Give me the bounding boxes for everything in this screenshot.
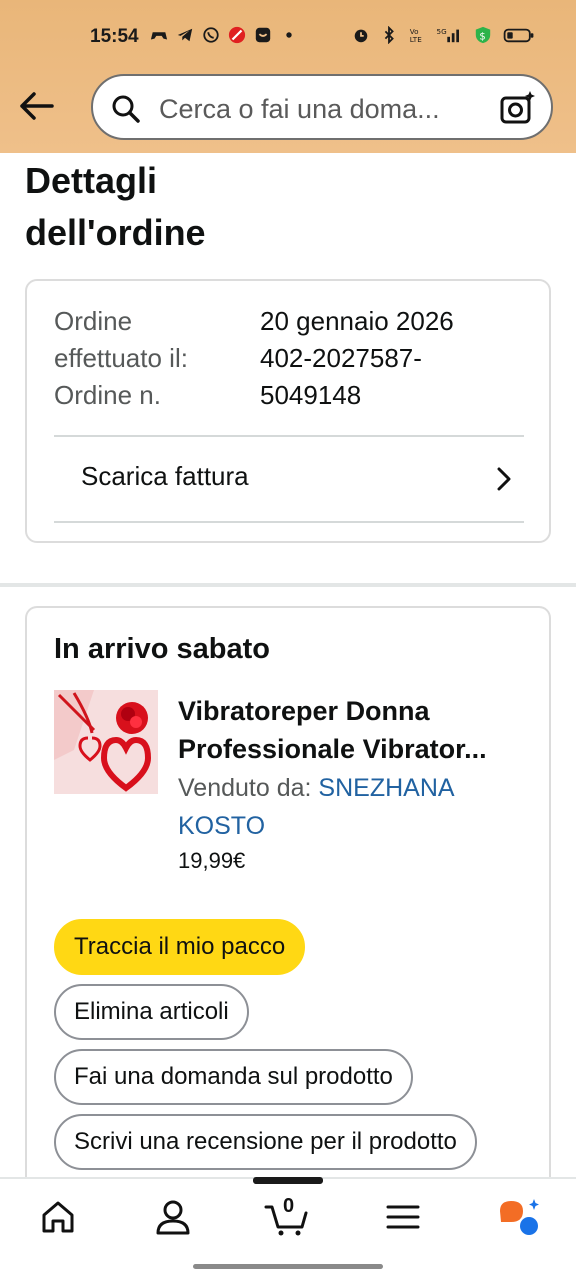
page-title-line2: dell'ordine [25, 212, 206, 253]
battery-icon [503, 28, 534, 43]
order-number-value-2: 5049148 [260, 380, 362, 410]
order-number-label: Ordine n. [54, 380, 161, 410]
cart-count: 0 [283, 1195, 295, 1217]
track-package-button[interactable]: Traccia il mio pacco [54, 919, 306, 975]
system-icons: Vo LTE 5G $ [352, 26, 536, 44]
volte-icon: VoLTE [410, 27, 422, 44]
security-shield-icon: $ [475, 26, 491, 44]
page-title-line1: Dettagli [25, 160, 158, 201]
download-invoice-row[interactable]: Scarica fattura [54, 437, 524, 523]
signal-5g-icon: 5G [437, 27, 459, 43]
order-labels: Ordine effettuato il: Ordine n. [54, 303, 188, 414]
search-icon [112, 95, 140, 123]
order-number-value-1: 402-2027587- [260, 343, 422, 373]
rufus-assistant-icon[interactable] [497, 1197, 541, 1237]
alarm-icon [354, 29, 368, 43]
write-review-button[interactable]: Scrivi una recensione per il prodotto [54, 1114, 477, 1170]
account-icon[interactable] [153, 1197, 193, 1237]
product-title-line2: Professionale Vibrator... [178, 734, 487, 764]
delete-items-button[interactable]: Elimina articoli [54, 984, 249, 1040]
gesture-bar[interactable] [193, 1264, 383, 1269]
menu-icon[interactable] [383, 1197, 423, 1237]
product-price: 19,99€ [178, 848, 246, 873]
chevron-right-icon [497, 467, 511, 491]
game-controller-icon [150, 32, 168, 40]
back-arrow-icon[interactable] [14, 86, 58, 126]
search-bar[interactable]: Cerca o fai una doma... [91, 74, 553, 140]
order-date-label-1: Ordine [54, 306, 133, 336]
status-bar: 15:54 Vo LTE 5G $ [0, 22, 576, 52]
delivery-status: In arrivo sabato [54, 633, 270, 665]
product-title-line1: Vibratoreper Donna [178, 696, 430, 726]
home-icon[interactable] [38, 1197, 78, 1237]
more-notifications-dot-icon [286, 32, 292, 38]
order-values: 20 gennaio 2026 402-2027587- 5049148 [260, 303, 510, 414]
order-date-label-2: effettuato il: [54, 343, 188, 373]
section-separator [0, 583, 576, 587]
svg-text:5G: 5G [437, 27, 447, 36]
svg-text:LTE: LTE [410, 35, 422, 44]
seller-name-line2: KOSTO [178, 812, 266, 840]
status-time: 15:54 [90, 26, 139, 47]
seller-info: Venduto da: SNEZHANA KOSTO [178, 769, 508, 845]
ask-product-question-button[interactable]: Fai una domanda sul prodotto [54, 1049, 413, 1105]
active-tab-indicator [253, 1177, 323, 1184]
notification-icons [150, 26, 298, 44]
divider [54, 521, 524, 523]
order-date-value: 20 gennaio 2026 [260, 306, 454, 336]
download-invoice-label: Scarica fattura [81, 461, 249, 491]
telegram-icon [177, 28, 193, 42]
bluetooth-icon [384, 26, 394, 44]
whatsapp-icon [203, 27, 219, 43]
no-entry-icon [228, 26, 246, 44]
visual-search-camera-icon[interactable] [499, 89, 537, 127]
page-title: Dettagli dell'ordine [25, 155, 206, 259]
app-header: 15:54 Vo LTE 5G $ Cerca o fai una doma... [0, 0, 576, 153]
svg-text:$: $ [479, 32, 485, 43]
app-notification-icon [255, 27, 271, 43]
bottom-navigation: 0 [0, 1177, 576, 1258]
product-image[interactable] [54, 690, 158, 794]
shipment-card: In arrivo sabato Vibratoreper Donna Prof… [25, 606, 551, 1226]
search-input[interactable]: Cerca o fai una doma... [159, 94, 440, 125]
sold-by-label: Venduto da: [178, 774, 312, 802]
product-title[interactable]: Vibratoreper Donna Professionale Vibrato… [178, 692, 528, 768]
order-info-card: Ordine effettuato il: Ordine n. 20 genna… [25, 279, 551, 543]
seller-name-line1: SNEZHANA [318, 774, 455, 802]
